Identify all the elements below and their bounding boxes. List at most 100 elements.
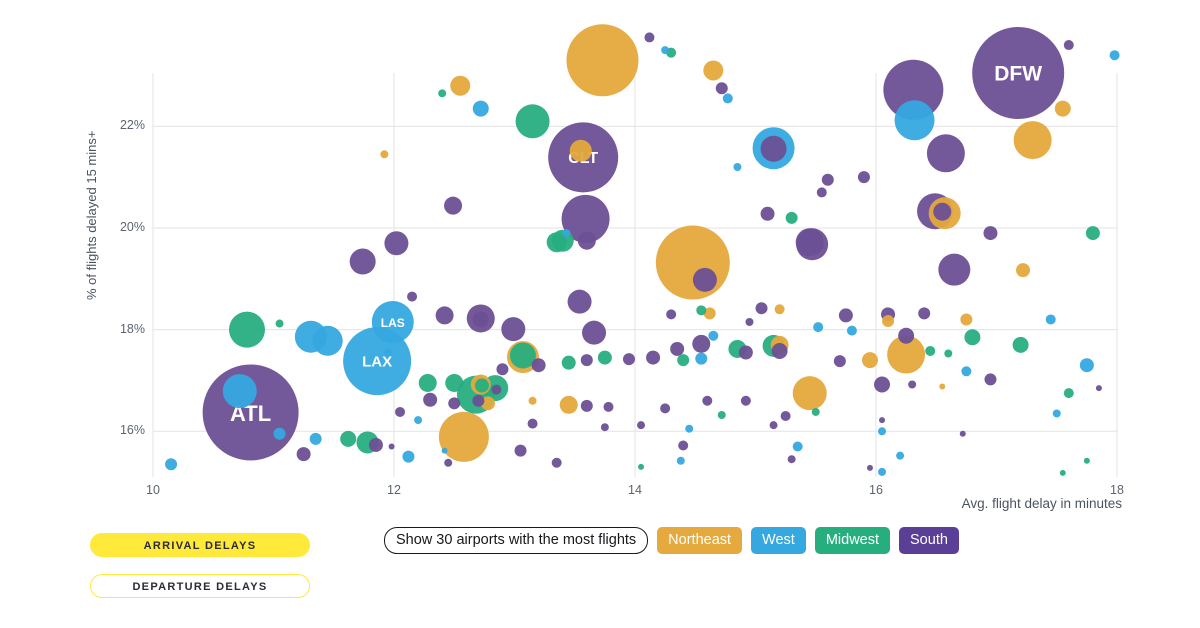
bubble-point[interactable]: [898, 327, 915, 344]
delay-type-toggle-group[interactable]: ARRIVAL DELAYS DEPARTURE DELAYS: [90, 533, 310, 615]
bubble-point[interactable]: [816, 187, 827, 198]
bubble-point[interactable]: [926, 134, 965, 173]
bubble-point[interactable]: [407, 291, 418, 302]
bubble-point[interactable]: [644, 32, 655, 43]
bubble-point[interactable]: [296, 447, 311, 462]
bubble-point[interactable]: [944, 349, 953, 358]
bubble-point[interactable]: [676, 456, 685, 465]
bubble-point[interactable]: [1095, 385, 1102, 392]
bubble-point[interactable]: [1016, 263, 1031, 278]
bubble-point[interactable]: [514, 444, 527, 457]
bubble-point[interactable]: [1013, 121, 1052, 160]
bubble-point[interactable]: [448, 397, 461, 410]
bubble-point[interactable]: [551, 457, 562, 468]
bubble-point[interactable]: [435, 306, 454, 325]
bubble-point[interactable]: [755, 302, 768, 315]
bubble-point[interactable]: [445, 373, 464, 392]
bubble-point[interactable]: [1109, 50, 1120, 61]
bubble-point[interactable]: [695, 352, 708, 365]
bubble-point[interactable]: [312, 325, 343, 356]
scatter-plot[interactable]: ATLDFWCLTLAXLAS: [0, 0, 1200, 510]
bubble-point[interactable]: [733, 163, 742, 172]
bubble-point[interactable]: [566, 24, 639, 97]
bubble-point[interactable]: [984, 373, 997, 386]
bubble-point[interactable]: [678, 440, 689, 451]
bubble-point[interactable]: [1083, 457, 1090, 464]
bubble-point[interactable]: [603, 401, 614, 412]
bubble-point[interactable]: [692, 267, 717, 292]
bubble-point[interactable]: [813, 322, 824, 333]
departure-delays-toggle[interactable]: DEPARTURE DELAYS: [90, 574, 310, 598]
bubble-point[interactable]: [622, 353, 635, 366]
bubble-point[interactable]: [960, 313, 973, 326]
bubble-point[interactable]: [857, 171, 870, 184]
bubble-point[interactable]: [402, 450, 415, 463]
region-chip-south[interactable]: South: [899, 527, 959, 554]
bubble-point[interactable]: [760, 135, 787, 162]
bubble-point[interactable]: [838, 308, 853, 323]
bubble-point[interactable]: [383, 348, 392, 357]
bubble-point[interactable]: [228, 311, 265, 348]
bubble-point[interactable]: [717, 411, 726, 420]
bubble-point[interactable]: [792, 376, 827, 411]
bubble-point[interactable]: [275, 319, 284, 328]
bubble-point[interactable]: [496, 363, 509, 376]
bubble-point[interactable]: [660, 403, 671, 414]
bubble-point[interactable]: [414, 416, 423, 425]
bubble-point[interactable]: [1063, 388, 1074, 399]
bubble-point[interactable]: [774, 304, 785, 315]
bubble-dfw[interactable]: [972, 27, 1065, 119]
bubble-point[interactable]: [474, 378, 489, 393]
bubble-point[interactable]: [740, 395, 751, 406]
bubble-point[interactable]: [939, 383, 946, 390]
bubble-point[interactable]: [1045, 314, 1056, 325]
bubble-point[interactable]: [655, 225, 730, 300]
bubble-point[interactable]: [577, 231, 596, 250]
bubble-point[interactable]: [959, 430, 966, 437]
bubble-point[interactable]: [925, 345, 936, 356]
bubble-point[interactable]: [1052, 409, 1061, 418]
bubble-point[interactable]: [846, 325, 857, 336]
region-chip-midwest[interactable]: Midwest: [814, 527, 891, 554]
bubble-point[interactable]: [670, 341, 685, 356]
bubble-point[interactable]: [222, 374, 257, 409]
bubble-point[interactable]: [340, 430, 357, 447]
bubble-point[interactable]: [938, 253, 971, 286]
bubble-point[interactable]: [874, 376, 891, 393]
bubble-point[interactable]: [692, 334, 711, 353]
bubble-point[interactable]: [661, 46, 670, 55]
bubble-point[interactable]: [441, 447, 448, 454]
bubble-point[interactable]: [833, 355, 846, 368]
bubble-point[interactable]: [527, 418, 538, 429]
bubble-point[interactable]: [638, 463, 645, 470]
bubble-layer[interactable]: ATLDFWCLTLAXLAS: [165, 24, 1120, 476]
bubble-point[interactable]: [918, 307, 931, 320]
bubble-point[interactable]: [771, 342, 788, 359]
bubble-point[interactable]: [1085, 226, 1100, 241]
bubble-point[interactable]: [795, 228, 824, 257]
region-chip-northeast[interactable]: Northeast: [657, 527, 743, 554]
bubble-point[interactable]: [811, 407, 820, 416]
bubble-point[interactable]: [821, 173, 834, 186]
bubble-point[interactable]: [738, 345, 753, 360]
bubble-point[interactable]: [878, 467, 887, 476]
bubble-point[interactable]: [933, 202, 952, 221]
bubble-point[interactable]: [559, 395, 578, 414]
bubble-point[interactable]: [1054, 100, 1071, 117]
bubble-point[interactable]: [878, 427, 887, 436]
bubble-point[interactable]: [309, 432, 322, 445]
bubble-point[interactable]: [491, 384, 502, 395]
bubble-point[interactable]: [562, 229, 571, 238]
bubble-point[interactable]: [567, 289, 592, 314]
bubble-las[interactable]: [371, 301, 414, 344]
bubble-point[interactable]: [444, 458, 453, 467]
bubble-point[interactable]: [896, 451, 905, 460]
bubble-point[interactable]: [708, 330, 719, 341]
bubble-point[interactable]: [722, 93, 733, 104]
bubble-point[interactable]: [450, 75, 471, 96]
arrival-delays-toggle[interactable]: ARRIVAL DELAYS: [90, 533, 310, 557]
bubble-point[interactable]: [637, 421, 646, 430]
bubble-point[interactable]: [472, 394, 485, 407]
bubble-point[interactable]: [666, 309, 677, 320]
bubble-point[interactable]: [702, 395, 713, 406]
